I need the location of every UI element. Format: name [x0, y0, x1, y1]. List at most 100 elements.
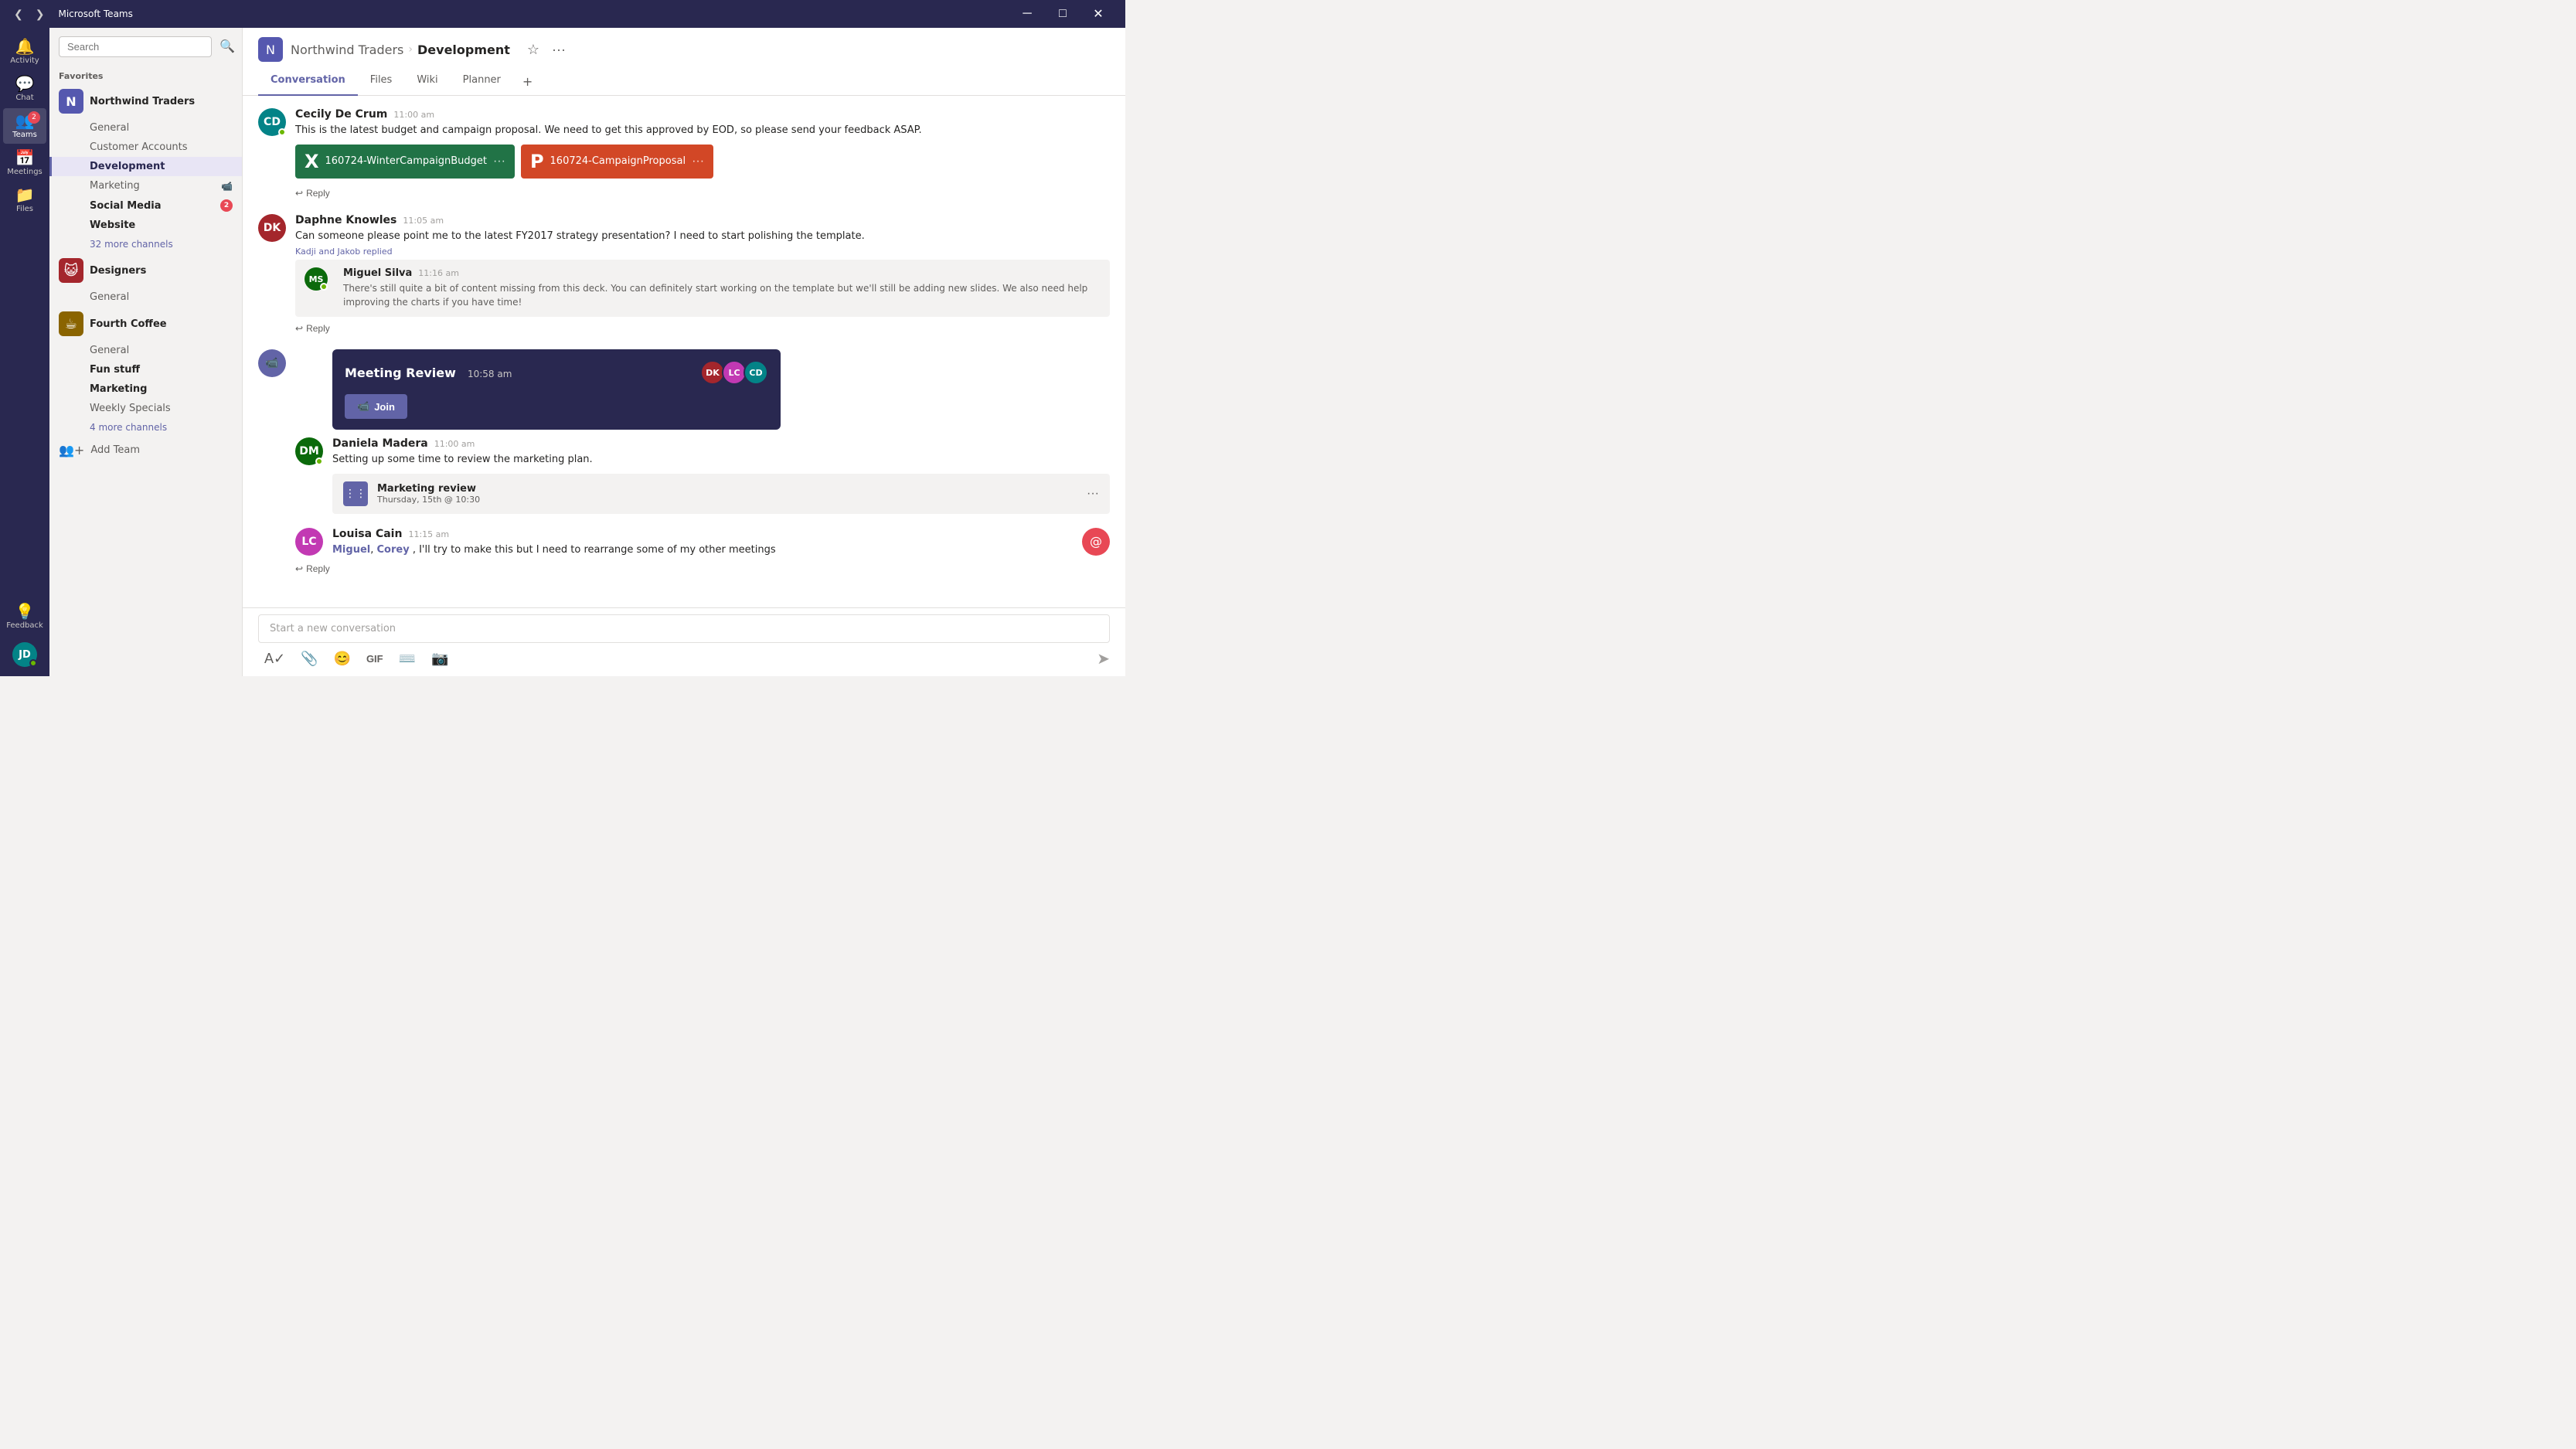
channel-funstuff[interactable]: Fun stuff [49, 360, 242, 379]
sticker-button[interactable]: ⌨️ [393, 648, 422, 670]
designers-name: Designers [90, 265, 208, 277]
chat-label: Chat [15, 94, 33, 102]
files-icon: 📁 [15, 187, 35, 202]
files-label: Files [16, 205, 33, 213]
add-team[interactable]: 👥+ Add Team [49, 437, 242, 464]
tab-wiki[interactable]: Wiki [404, 68, 450, 96]
tab-conversation[interactable]: Conversation [258, 68, 358, 96]
gif-button[interactable]: GIF [360, 650, 390, 668]
channel-general-designers[interactable]: General [49, 287, 242, 307]
channel-header-top: N Northwind Traders › Development ☆ ··· [258, 28, 1110, 68]
add-team-icon: 👥+ [59, 443, 84, 457]
compose-area: Start a new conversation A✓ 📎 😊 GIF ⌨️ 📷… [243, 607, 1125, 676]
more-options-button[interactable]: ··· [549, 39, 569, 61]
excel-more-button[interactable]: ··· [493, 155, 505, 168]
file-excel[interactable]: X 160724-WinterCampaignBudget ··· [295, 145, 515, 179]
close-button[interactable]: ✕ [1080, 0, 1116, 28]
activity-label: Activity [10, 56, 39, 65]
message-body-1: Cecily De Crum 11:00 am This is the late… [295, 108, 1110, 202]
channel-tabs: Conversation Files Wiki Planner + [258, 68, 1110, 95]
msg1-author: Cecily De Crum [295, 108, 387, 121]
reply-msg-author: Louisa Cain [332, 528, 402, 540]
tab-add-button[interactable]: + [513, 68, 542, 95]
breadcrumb-team: Northwind Traders [291, 43, 403, 57]
tab-planner[interactable]: Planner [451, 68, 513, 96]
participant-avatar-3: CD [744, 360, 768, 385]
meeting-header: Meeting Review 10:58 am DK LC CD [345, 360, 768, 385]
nav-item-activity[interactable]: 🔔 Activity [3, 34, 46, 70]
team-fourthcoffee[interactable]: ☕ Fourth Coffee ··· [49, 307, 242, 341]
team-designers[interactable]: 😺 Designers ··· [49, 253, 242, 287]
nav-item-chat[interactable]: 💬 Chat [3, 71, 46, 107]
channel-weekly-specials[interactable]: Weekly Specials [49, 399, 242, 418]
channel-customer-accounts[interactable]: Customer Accounts [49, 138, 242, 157]
meeting-title: Meeting Review [345, 366, 456, 380]
channel-general-fc[interactable]: General [49, 341, 242, 360]
app-title: Microsoft Teams [58, 9, 1009, 19]
tab-files[interactable]: Files [358, 68, 405, 96]
channel-social-media[interactable]: Social Media 2 [49, 196, 242, 216]
msg2-text: Can someone please point me to the lates… [295, 229, 1110, 244]
fourthcoffee-name: Fourth Coffee [90, 318, 208, 330]
channel-website[interactable]: Website [49, 216, 242, 235]
more-channels-fc[interactable]: 4 more channels [49, 418, 242, 437]
teams-label: Teams [12, 131, 37, 139]
replied-by-2[interactable]: Kadji and Jakob replied [295, 247, 1110, 257]
forward-button[interactable]: ❯ [31, 6, 49, 22]
format-button[interactable]: A✓ [258, 648, 291, 670]
search-input[interactable] [59, 36, 212, 57]
nav-item-files[interactable]: 📁 Files [3, 182, 46, 218]
reply-icon-1: ↩ [295, 188, 303, 199]
northwind-name: Northwind Traders [90, 96, 208, 107]
cecily-online-dot [278, 128, 286, 136]
main-content: N Northwind Traders › Development ☆ ··· … [243, 28, 1125, 676]
sidebar-content: Favorites N Northwind Traders ··· Genera… [49, 65, 242, 676]
send-button[interactable]: ➤ [1097, 649, 1110, 668]
nav-item-meetings[interactable]: 📅 Meetings [3, 145, 46, 181]
meeting-participant-avatars: DK LC CD [700, 360, 768, 385]
nav-item-feedback[interactable]: 💡 Feedback [3, 599, 46, 634]
message-body-2: Daphne Knowles 11:05 am Can someone plea… [295, 214, 1110, 338]
compose-input-placeholder[interactable]: Start a new conversation [258, 614, 1110, 643]
sidebar: 🔍 ✏️ Favorites N Northwind Traders ··· G… [49, 28, 243, 676]
nested-author: Miguel Silva [343, 267, 412, 279]
reply-icon-meeting: ↩ [295, 563, 303, 574]
maximize-button[interactable]: □ [1045, 0, 1080, 28]
reply-action-avatar[interactable]: @ [1082, 528, 1110, 556]
join-meeting-button[interactable]: 📹 Join [345, 394, 407, 419]
user-avatar[interactable]: JD [12, 642, 37, 667]
mention-miguel: Miguel [332, 544, 370, 556]
channel-general-nw[interactable]: General [49, 118, 242, 138]
attach-button[interactable]: 📎 [294, 648, 324, 670]
nav-item-teams[interactable]: 2 👥 Teams [3, 108, 46, 144]
search-icon-button[interactable]: 🔍 [216, 36, 238, 57]
back-button[interactable]: ❮ [9, 6, 28, 22]
msg2-reply-button[interactable]: ↩ Reply [295, 320, 330, 337]
msg2-author: Daphne Knowles [295, 214, 396, 226]
favorite-button[interactable]: ☆ [524, 39, 543, 61]
calendar-icon: ⋮⋮ [343, 481, 368, 506]
sub-msg-text: Setting up some time to review the marke… [332, 452, 1110, 468]
file-powerpoint[interactable]: P 160724-CampaignProposal ··· [521, 145, 713, 179]
msg1-reply-button[interactable]: ↩ Reply [295, 185, 330, 202]
channel-development[interactable]: Development [49, 157, 242, 176]
sub-message-row: DM Daniela Madera 11:00 am Setting up so… [295, 437, 1110, 520]
meeting-row: 📹 Meeting Review 10:58 am DK [258, 349, 1110, 577]
video-message-button[interactable]: 📷 [425, 648, 454, 670]
more-channels-nw[interactable]: 32 more channels [49, 235, 242, 253]
emoji-button[interactable]: 😊 [328, 648, 357, 670]
calendar-more-button[interactable]: ··· [1087, 487, 1099, 501]
powerpoint-more-button[interactable]: ··· [692, 155, 704, 168]
meeting-icon-avatar: 📹 [258, 349, 286, 377]
minimize-button[interactable]: ─ [1009, 0, 1045, 28]
team-northwind[interactable]: N Northwind Traders ··· [49, 84, 242, 118]
meeting-reply-button[interactable]: ↩ Reply [295, 560, 330, 577]
powerpoint-filename: 160724-CampaignProposal [550, 155, 686, 167]
favorites-label: Favorites [49, 65, 242, 84]
social-media-badge: 2 [220, 199, 233, 212]
channel-marketing-nw[interactable]: Marketing 📹 [49, 176, 242, 196]
feedback-label: Feedback [6, 621, 43, 630]
message-thread-meeting: 📹 Meeting Review 10:58 am DK [258, 349, 1110, 577]
at-icon: @ [1090, 534, 1102, 549]
channel-marketing-fc[interactable]: Marketing [49, 379, 242, 399]
